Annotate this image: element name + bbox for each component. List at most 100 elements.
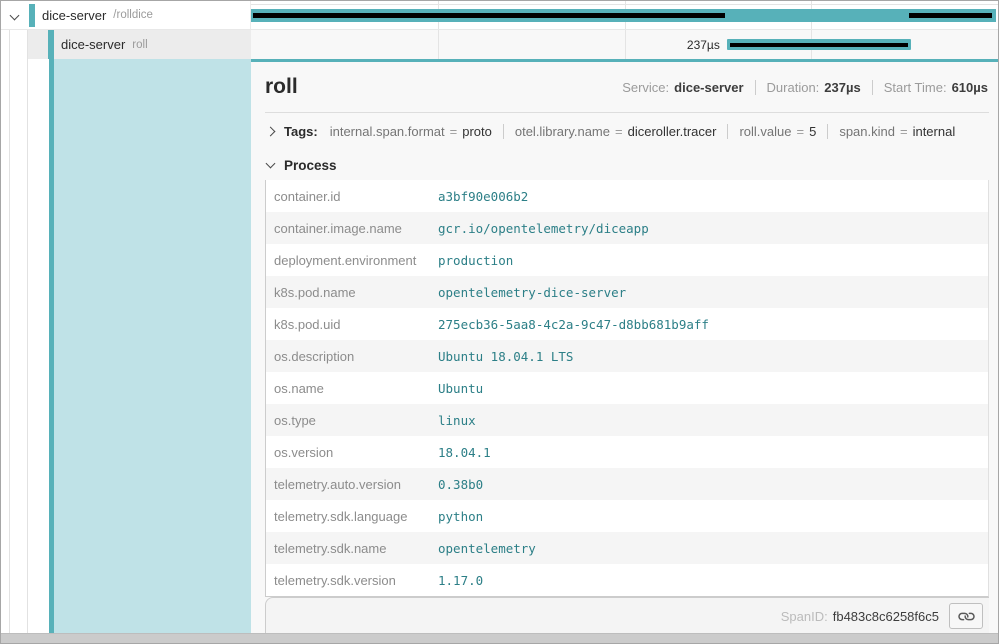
process-accordion[interactable]: Process: [251, 150, 998, 180]
link-icon: [955, 605, 976, 626]
kv-value: Ubuntu 18.04.1 LTS: [438, 349, 573, 364]
detail-row-body: roll Service: dice-server Duration: 237µ…: [1, 59, 998, 633]
service-color-accent: [29, 4, 35, 27]
kv-key: telemetry.sdk.name: [266, 541, 438, 556]
tag-equals: =: [797, 124, 805, 139]
kv-value: opentelemetry-dice-server: [438, 285, 626, 300]
table-row: os.typelinux: [266, 404, 988, 436]
tag-key: span.kind: [839, 124, 895, 139]
kv-key: os.name: [266, 381, 438, 396]
table-row: k8s.pod.uid275ecb36-5aa8-4c2a-9c47-d8bb6…: [266, 308, 988, 340]
table-row: os.nameUbuntu: [266, 372, 988, 404]
kv-value: opentelemetry: [438, 541, 536, 556]
kv-key: deployment.environment: [266, 253, 438, 268]
span-bar-rolldice[interactable]: [251, 9, 996, 22]
tag-item: span.kind = internal: [839, 124, 955, 139]
indent-guide: [1, 30, 10, 59]
timeline-gridline-50: [625, 30, 626, 59]
tags-accordion[interactable]: Tags: internal.span.format=proto otel.li…: [251, 113, 998, 150]
service-value: dice-server: [674, 80, 743, 95]
service-name: dice-server: [61, 37, 125, 52]
span-overview: Service: dice-server Duration: 237µs Sta…: [622, 80, 988, 95]
tag-value: proto: [462, 124, 492, 139]
kv-value: python: [438, 509, 483, 524]
table-row: container.ida3bf90e006b2: [266, 180, 988, 212]
table-row: container.image.namegcr.io/opentelemetry…: [266, 212, 988, 244]
spanid-value: fb483c8c6258f6c5: [833, 609, 939, 624]
tag-equals: =: [900, 124, 908, 139]
kv-value: gcr.io/opentelemetry/diceapp: [438, 221, 649, 236]
service-label: Service:: [622, 80, 669, 95]
indent-guide: [10, 30, 28, 59]
table-row: telemetry.auto.version0.38b0: [266, 468, 988, 500]
tag-item: otel.library.name=diceroller.tracer: [515, 124, 717, 139]
kv-value: 1.17.0: [438, 573, 483, 588]
kv-key: telemetry.sdk.version: [266, 573, 438, 588]
trace-timeline-rows: dice-server /rolldice dice-se: [1, 1, 998, 59]
chevron-down-icon: [266, 159, 276, 169]
duration-value: 237µs: [824, 80, 860, 95]
duration-label: Duration:: [767, 80, 820, 95]
chevron-down-icon: [10, 11, 20, 21]
selected-span-highlight-fill: [54, 59, 251, 633]
start-time-label: Start Time:: [884, 80, 947, 95]
span-row-rolldice: dice-server /rolldice: [1, 1, 998, 30]
timeline-gridline-25: [438, 30, 439, 59]
process-label: Process: [284, 158, 337, 173]
tag-separator: [827, 124, 828, 139]
overview-separator: [872, 80, 873, 95]
indent-guide: [10, 59, 28, 633]
chevron-right-icon: [266, 127, 276, 137]
tag-value: diceroller.tracer: [628, 124, 717, 139]
kv-key: telemetry.auto.version: [266, 477, 438, 492]
span-bar-roll[interactable]: [727, 39, 912, 50]
table-row: telemetry.sdk.languagepython: [266, 500, 988, 532]
kv-value: production: [438, 253, 513, 268]
kv-value: 18.04.1: [438, 445, 491, 460]
span-row-roll-selected: dice-server roll 237µs: [1, 30, 998, 59]
tag-key: roll.value: [739, 124, 791, 139]
kv-value: 275ecb36-5aa8-4c2a-9c47-d8bb681b9aff: [438, 317, 709, 332]
span-name-cell-rolldice[interactable]: dice-server /rolldice: [1, 1, 251, 29]
tag-equals: =: [615, 124, 623, 139]
indent-guide: [1, 59, 10, 633]
tag-value: internal: [913, 124, 956, 139]
tag-key: internal.span.format: [330, 124, 445, 139]
tags-label: Tags:: [284, 124, 318, 139]
tag-equals: =: [450, 124, 458, 139]
tag-item: roll.value = 5: [739, 124, 816, 139]
span-name-cell-roll[interactable]: dice-server roll: [1, 30, 251, 59]
table-row: os.descriptionUbuntu 18.04.1 LTS: [266, 340, 988, 372]
kv-key: k8s.pod.uid: [266, 317, 438, 332]
service-name: dice-server: [42, 8, 106, 23]
span-tree-left-strip: [1, 59, 251, 633]
tag-item: internal.span.format = proto: [330, 124, 492, 139]
span-duration-label: 237µs: [687, 30, 720, 59]
jaeger-span-detail-view: dice-server /rolldice dice-se: [0, 0, 999, 644]
kv-key: k8s.pod.name: [266, 285, 438, 300]
start-time-value: 610µs: [952, 80, 988, 95]
timeline-cell-roll[interactable]: 237µs: [251, 30, 998, 59]
overview-separator: [755, 80, 756, 95]
self-time-segment: [909, 13, 992, 18]
tag-separator: [727, 124, 728, 139]
kv-key: os.type: [266, 413, 438, 428]
kv-value: linux: [438, 413, 476, 428]
operation-name: roll: [132, 39, 147, 51]
table-row: telemetry.sdk.nameopentelemetry: [266, 532, 988, 564]
span-detail-footer: SpanID: fb483c8c6258f6c5: [265, 597, 989, 634]
tag-value: 5: [809, 124, 816, 139]
deep-link-button[interactable]: [949, 603, 983, 629]
selected-span-core: [730, 43, 909, 47]
span-detail-panel: roll Service: dice-server Duration: 237µ…: [251, 59, 998, 633]
indent-guides-column: [1, 59, 49, 633]
kv-key: container.id: [266, 189, 438, 204]
tags-summary: internal.span.format=proto otel.library.…: [330, 124, 956, 139]
timeline-cell-rolldice[interactable]: [251, 1, 998, 29]
kv-key: os.version: [266, 445, 438, 460]
collapse-toggle[interactable]: [11, 6, 18, 24]
table-row: os.version18.04.1: [266, 436, 988, 468]
span-title: roll: [265, 75, 298, 99]
kv-key: os.description: [266, 349, 438, 364]
bottom-scroll-gutter: [1, 633, 998, 643]
